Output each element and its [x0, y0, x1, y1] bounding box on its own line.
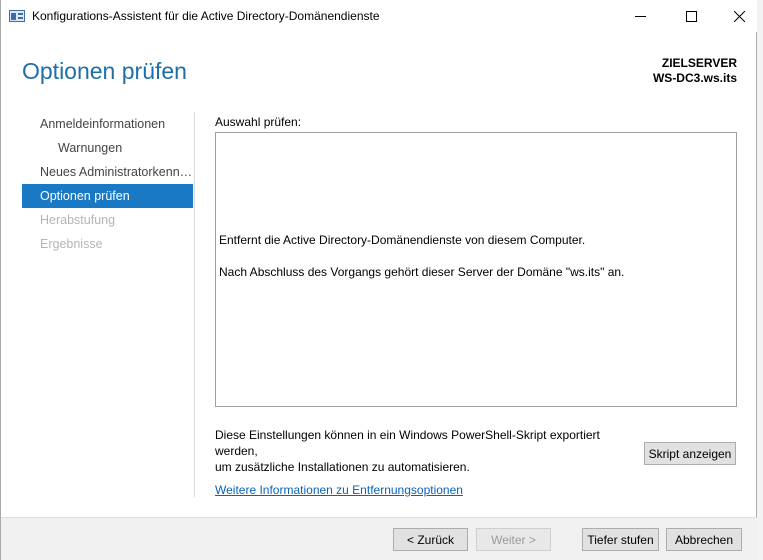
- wizard-nav: Anmeldeinformationen Warnungen Neues Adm…: [22, 112, 193, 256]
- minimize-button[interactable]: [617, 0, 663, 32]
- target-server-name: WS-DC3.ws.its: [652, 71, 737, 85]
- review-label: Auswahl prüfen:: [215, 115, 302, 129]
- review-line: Nach Abschluss des Vorgangs gehört diese…: [219, 265, 625, 279]
- export-description: Diese Einstellungen können in ein Window…: [215, 427, 645, 475]
- export-description-line: um zusätzliche Installationen zu automat…: [215, 460, 470, 474]
- close-icon: [733, 10, 745, 22]
- window-title: Konfigurations-Assistent für die Active …: [32, 9, 380, 23]
- export-description-line: Diese Einstellungen können in ein Window…: [215, 428, 600, 458]
- nav-item-credentials[interactable]: Anmeldeinformationen: [22, 112, 193, 136]
- demote-button[interactable]: Tiefer stufen: [582, 528, 659, 551]
- cancel-button[interactable]: Abbrechen: [666, 528, 742, 551]
- nav-item-admin-password[interactable]: Neues Administratorkennwort: [22, 160, 193, 184]
- nav-item-demotion: Herabstufung: [40, 213, 116, 227]
- more-info-link[interactable]: Weitere Informationen zu Entfernungsopti…: [215, 483, 463, 497]
- review-textbox[interactable]: Entfernt die Active Directory-Domänendie…: [215, 132, 737, 407]
- server-manager-icon: [9, 10, 25, 22]
- wizard-window: Konfigurations-Assistent für die Active …: [0, 0, 757, 560]
- nav-item-review-options[interactable]: Optionen prüfen: [22, 184, 193, 208]
- nav-item-results: Ergebnisse: [40, 237, 103, 251]
- maximize-button[interactable]: [668, 0, 714, 32]
- minimize-icon: [634, 15, 646, 17]
- review-line: Entfernt die Active Directory-Domänendie…: [219, 233, 586, 247]
- nav-divider: [194, 112, 195, 497]
- target-server-label: ZIELSERVER: [661, 56, 737, 70]
- title-bar: Konfigurations-Assistent für die Active …: [1, 0, 757, 32]
- back-button[interactable]: < Zurück: [393, 528, 468, 551]
- background-window-edge: [757, 0, 763, 560]
- view-script-button[interactable]: Skript anzeigen: [644, 442, 736, 465]
- close-button[interactable]: [716, 0, 762, 32]
- nav-item-warnings[interactable]: Warnungen: [22, 136, 193, 160]
- next-button: Weiter >: [476, 528, 551, 551]
- maximize-icon: [685, 10, 697, 22]
- page-title: Optionen prüfen: [22, 58, 187, 84]
